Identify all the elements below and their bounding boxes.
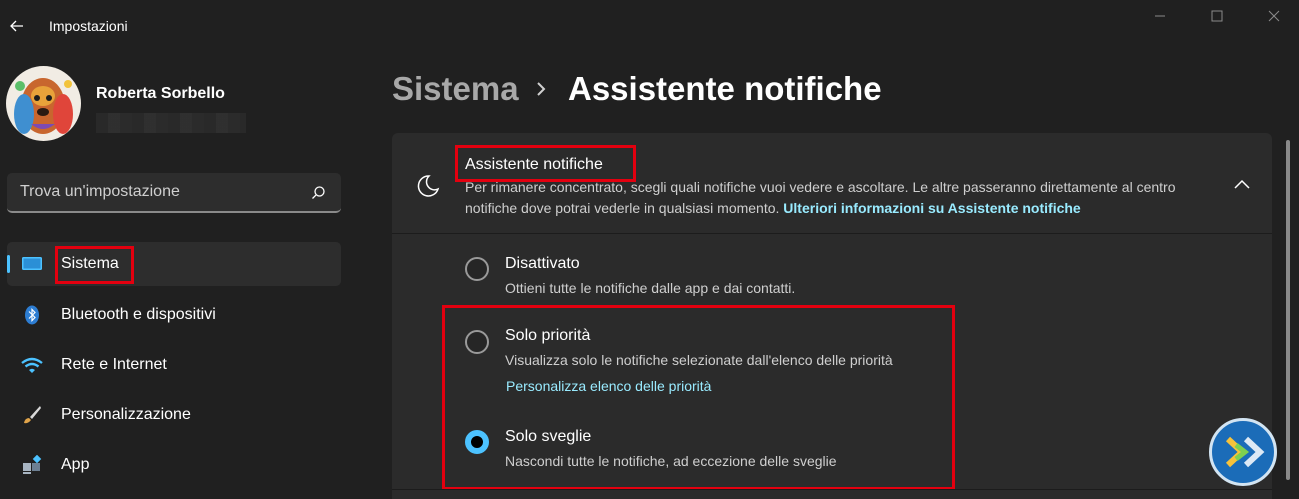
option-description: Ottieni tutte le notifiche dalle app e d… bbox=[505, 280, 796, 296]
sidebar-item-app[interactable]: App bbox=[7, 443, 341, 487]
bluetooth-icon bbox=[21, 304, 43, 326]
highlight-box-sidebar bbox=[55, 246, 134, 284]
chevron-right-icon bbox=[537, 82, 546, 96]
user-email-redacted bbox=[96, 113, 246, 133]
back-arrow-icon bbox=[10, 20, 23, 32]
breadcrumb-parent[interactable]: Sistema bbox=[392, 70, 519, 108]
dog-portrait-icon bbox=[6, 66, 81, 141]
sidebar-item-label: Bluetooth e dispositivi bbox=[61, 306, 216, 323]
close-icon bbox=[1268, 10, 1280, 22]
option-label: Disattivato bbox=[505, 255, 580, 272]
brush-icon bbox=[21, 404, 43, 426]
learn-more-link[interactable]: Ulteriori informazioni su Assistente not… bbox=[783, 200, 1080, 216]
apps-icon bbox=[21, 454, 43, 476]
highlight-box-title bbox=[455, 145, 636, 182]
search-input[interactable]: Trova un'impostazione bbox=[20, 183, 180, 201]
app-title: Impostazioni bbox=[49, 18, 128, 34]
close-button[interactable] bbox=[1249, 0, 1299, 32]
sidebar-item-personalizzazione[interactable]: Personalizzazione bbox=[7, 393, 341, 437]
search-icon[interactable] bbox=[309, 184, 327, 202]
wifi-icon bbox=[21, 354, 43, 376]
title-bar: Impostazioni bbox=[0, 0, 1299, 52]
sidebar-item-label: App bbox=[61, 456, 90, 473]
maximize-button[interactable] bbox=[1192, 0, 1242, 32]
sidebar-item-bluetooth[interactable]: Bluetooth e dispositivi bbox=[7, 293, 341, 337]
sidebar-item-label: Rete e Internet bbox=[61, 356, 167, 373]
next-card-edge bbox=[392, 489, 1272, 499]
site-logo bbox=[1209, 418, 1277, 486]
user-name: Roberta Sorbello bbox=[96, 85, 225, 102]
sidebar-item-rete[interactable]: Rete e Internet bbox=[7, 343, 341, 387]
maximize-icon bbox=[1211, 10, 1223, 22]
monitor-icon bbox=[21, 253, 43, 275]
sidebar-item-label: Personalizzazione bbox=[61, 406, 191, 423]
logo-mark-icon bbox=[1225, 436, 1265, 468]
card-description: Per rimanere concentrato, scegli quali n… bbox=[465, 177, 1225, 219]
option-disattivato[interactable]: Disattivato Ottieni tutte le notifiche d… bbox=[392, 245, 1272, 305]
back-button[interactable] bbox=[0, 8, 34, 44]
highlight-box-options bbox=[442, 305, 955, 490]
selection-indicator bbox=[7, 255, 10, 273]
page-title: Assistente notifiche bbox=[568, 70, 882, 107]
radio-disattivato[interactable] bbox=[465, 257, 489, 281]
minimize-button[interactable] bbox=[1135, 0, 1185, 32]
minimize-icon bbox=[1155, 15, 1165, 17]
scrollbar[interactable] bbox=[1286, 140, 1290, 480]
moon-icon bbox=[417, 175, 440, 197]
search-box[interactable]: Trova un'impostazione bbox=[7, 173, 341, 213]
avatar[interactable] bbox=[6, 66, 81, 141]
chevron-up-icon[interactable] bbox=[1230, 175, 1254, 195]
